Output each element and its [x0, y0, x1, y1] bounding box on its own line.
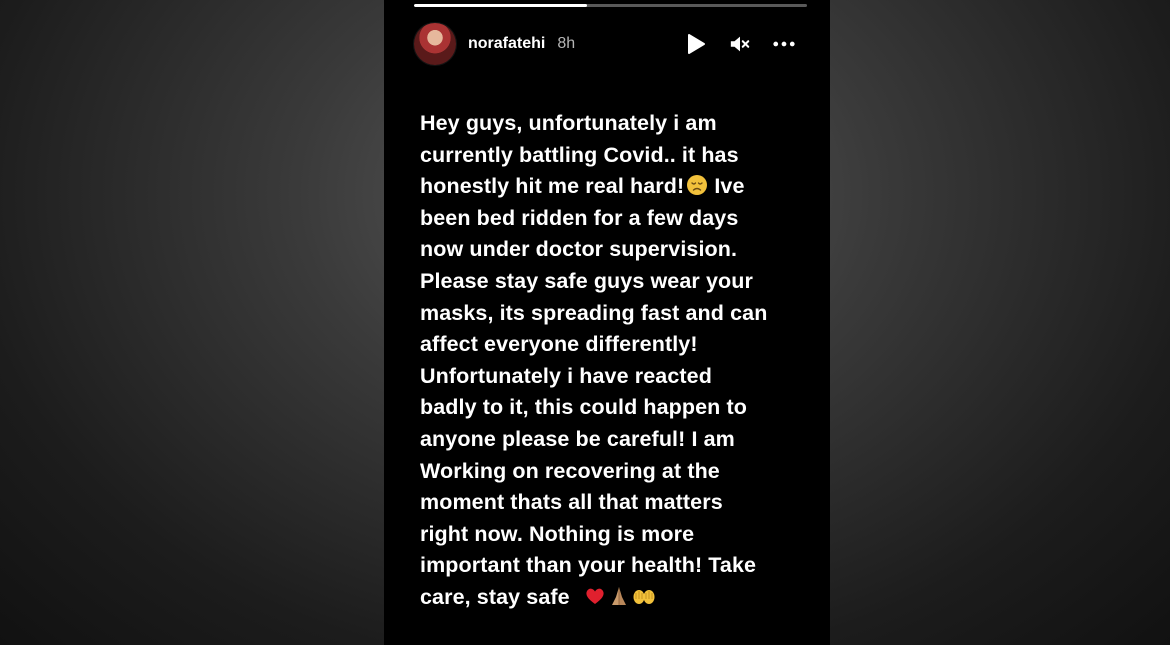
- text-line: Please stay safe guys wear your: [420, 268, 753, 293]
- post-time: 8h: [557, 35, 576, 52]
- text-line: important than your health! Take: [420, 553, 757, 578]
- text-line: badly to it, this could happen to: [420, 395, 747, 420]
- story-progress-bar: [414, 4, 807, 7]
- profile-avatar[interactable]: [414, 23, 456, 65]
- story-progress-fill: [414, 4, 587, 7]
- disappointed-face-emoji: [687, 175, 708, 196]
- story-header: norafatehi 8h: [414, 22, 807, 66]
- play-button[interactable]: [685, 33, 707, 55]
- username[interactable]: norafatehi: [468, 35, 545, 53]
- speaker-muted-icon: [730, 36, 750, 52]
- text-line: right now. Nothing is more: [420, 521, 695, 546]
- text-line: Working on recovering at the: [420, 458, 720, 483]
- story-viewer-backdrop: norafatehi 8h Hey guys, unfortunately i …: [0, 0, 1170, 645]
- text-line: moment thats all that matters: [420, 490, 723, 515]
- play-icon: [688, 34, 705, 54]
- text-line-with-emoji: care, stay safe: [420, 582, 820, 614]
- more-options-icon: [773, 41, 795, 47]
- text-line: masks, its spreading fast and can: [420, 300, 768, 325]
- text-line: anyone please be careful! I am: [420, 426, 735, 451]
- text-line-with-emoji: honestly hit me real hard! Ive: [420, 171, 820, 203]
- text-segment: care, stay safe: [420, 584, 570, 609]
- text-segment: honestly hit me real hard!: [420, 174, 685, 199]
- red-heart-emoji: [586, 588, 604, 604]
- mute-button[interactable]: [729, 33, 751, 55]
- open-hands-emoji: [633, 589, 655, 604]
- more-options-button[interactable]: [773, 33, 795, 55]
- text-segment: Ive: [714, 174, 745, 199]
- text-line: currently battling Covid.. it has: [420, 142, 739, 167]
- text-line: Hey guys, unfortunately i am: [420, 111, 717, 135]
- text-line: been bed ridden for a few days: [420, 205, 739, 230]
- story-text-block: Hey guys, unfortunately i am currently b…: [420, 108, 820, 614]
- text-line: Unfortunately i have reacted: [420, 363, 712, 388]
- story-panel[interactable]: norafatehi 8h Hey guys, unfortunately i …: [384, 0, 830, 645]
- text-line: now under doctor supervision.: [420, 237, 738, 262]
- story-controls: [685, 22, 795, 66]
- text-line: affect everyone differently!: [420, 332, 698, 357]
- folded-hands-emoji: [611, 586, 626, 605]
